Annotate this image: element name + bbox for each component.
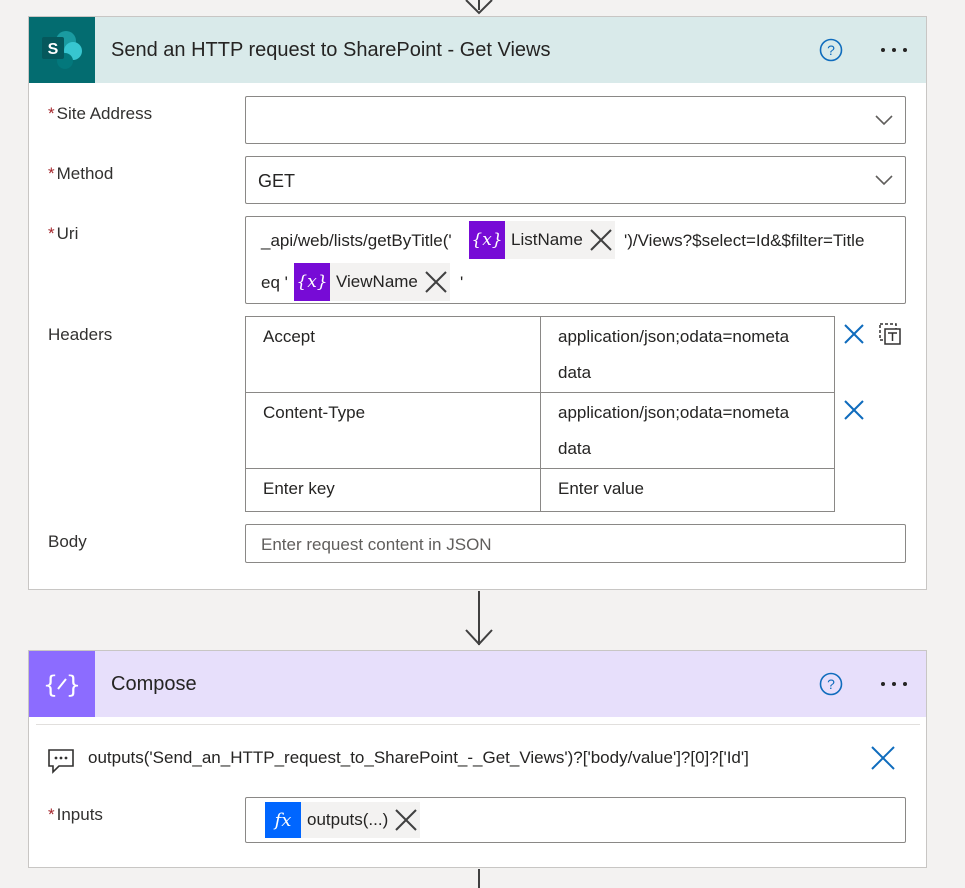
outputs-token-label: outputs(...) xyxy=(307,810,389,829)
uri-text-part1: _api/web/lists/getByTitle(' xyxy=(261,231,452,250)
viewname-token[interactable]: {x} ViewName xyxy=(294,263,450,301)
help-icon[interactable]: ? xyxy=(819,38,843,62)
close-icon[interactable] xyxy=(422,268,450,296)
headers-row-divider xyxy=(246,468,834,469)
headers-row-divider xyxy=(246,392,834,393)
headers-column-divider xyxy=(540,317,541,511)
expression-icon: fx xyxy=(265,802,301,838)
viewname-token-label: ViewName xyxy=(336,272,418,291)
header-value-accept-line1[interactable]: application/json;odata=nometa xyxy=(558,319,789,355)
delete-header-icon[interactable] xyxy=(842,322,866,346)
header-value-content-type-line1[interactable]: application/json;odata=nometa xyxy=(558,395,789,431)
help-icon[interactable]: ? xyxy=(819,672,843,696)
text-mode-icon[interactable] xyxy=(878,322,902,346)
header-value-accept-line2[interactable]: data xyxy=(558,355,591,391)
site-address-dropdown[interactable] xyxy=(245,96,906,144)
listname-token-label: ListName xyxy=(511,230,583,249)
method-value: GET xyxy=(258,171,296,191)
uri-text-part2: ')/Views?$select=Id&$filter=Title xyxy=(624,231,865,250)
arrow-down-icon xyxy=(465,629,493,646)
listname-token[interactable]: {x} ListName xyxy=(469,221,615,259)
arrow-down-icon xyxy=(465,0,493,15)
chevron-down-icon[interactable] xyxy=(875,174,893,186)
close-icon[interactable] xyxy=(392,806,420,834)
compose-comment[interactable]: outputs('Send_an_HTTP_request_to_SharePo… xyxy=(88,748,749,768)
svg-text:S: S xyxy=(48,41,59,58)
http-card-title: Send an HTTP request to SharePoint - Get… xyxy=(111,39,551,61)
site-address-label: * Site Address xyxy=(48,104,153,123)
outputs-token[interactable]: fx outputs(...) xyxy=(265,802,421,838)
method-label: * Method xyxy=(48,164,114,183)
compose-card-title: Compose xyxy=(111,673,197,695)
compose-icon: { } xyxy=(29,651,95,717)
svg-text:?: ? xyxy=(827,42,835,58)
uri-text-part4: ' xyxy=(460,273,464,292)
headers-table: Accept application/json;odata=nometa dat… xyxy=(245,316,835,512)
more-options-icon[interactable] xyxy=(878,38,910,62)
svg-text:?: ? xyxy=(827,676,835,692)
uri-label: * Uri xyxy=(48,224,79,243)
sharepoint-icon: S xyxy=(29,17,95,83)
compose-card-header[interactable]: { } Compose ? xyxy=(29,651,926,717)
connector-bottom xyxy=(478,869,480,888)
headers-label: Headers xyxy=(48,325,113,344)
uri-text-part3: eq ' xyxy=(261,273,288,292)
body-input[interactable]: Enter request content in JSON xyxy=(245,524,906,563)
chevron-down-icon[interactable] xyxy=(875,114,893,126)
comment-icon xyxy=(48,749,74,774)
http-card-header[interactable]: S Send an HTTP request to SharePoint - G… xyxy=(29,17,926,83)
method-dropdown[interactable]: GET xyxy=(245,156,906,204)
variable-icon: {x} xyxy=(469,221,505,259)
body-label: Body xyxy=(48,532,87,551)
header-key-content-type[interactable]: Content-Type xyxy=(263,395,365,431)
more-options-icon[interactable] xyxy=(878,672,910,696)
close-icon[interactable] xyxy=(587,226,615,254)
body-placeholder: Enter request content in JSON xyxy=(261,535,492,554)
inputs-label: * Inputs xyxy=(48,805,103,824)
close-icon[interactable] xyxy=(870,745,896,771)
delete-header-icon[interactable] xyxy=(842,398,866,422)
header-value-content-type-line2[interactable]: data xyxy=(558,431,591,467)
header-key-accept[interactable]: Accept xyxy=(263,319,315,355)
variable-icon: {x} xyxy=(294,263,330,301)
header-value-input[interactable]: Enter value xyxy=(558,471,644,507)
compose-divider xyxy=(36,724,920,725)
header-key-input[interactable]: Enter key xyxy=(263,471,335,507)
